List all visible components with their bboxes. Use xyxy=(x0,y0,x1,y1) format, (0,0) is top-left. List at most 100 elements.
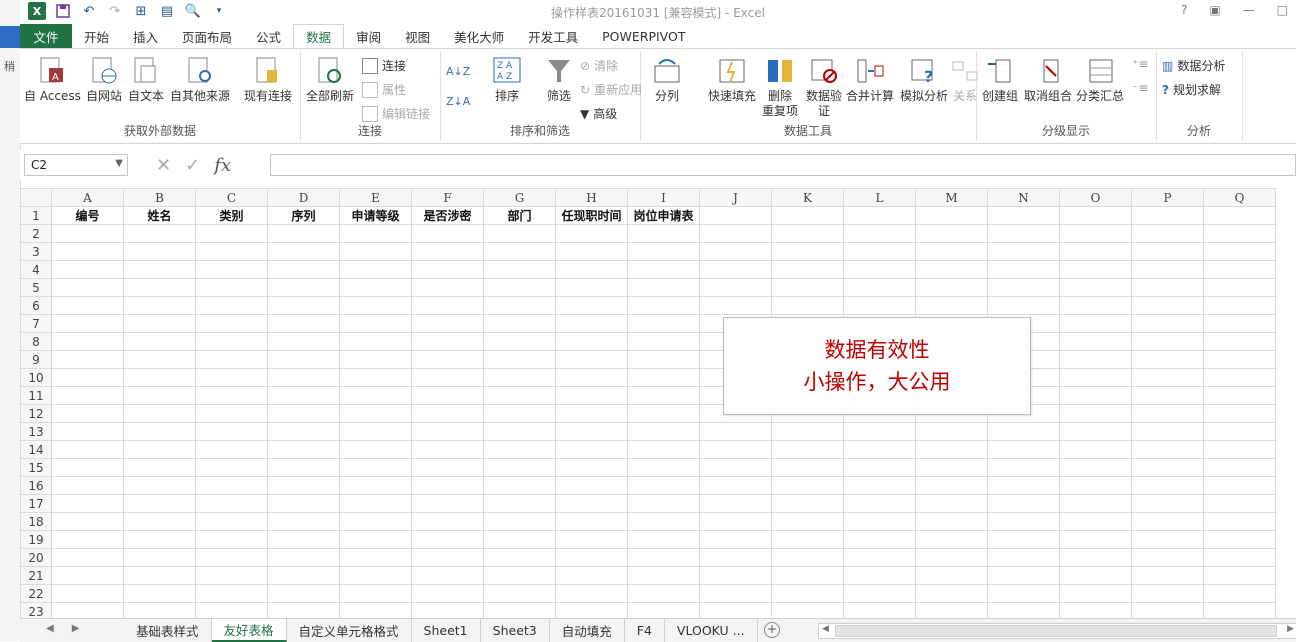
column-header[interactable]: A xyxy=(51,188,124,207)
cell[interactable] xyxy=(555,548,628,567)
cell[interactable] xyxy=(51,422,124,441)
cell[interactable] xyxy=(1203,296,1276,315)
cell[interactable] xyxy=(771,296,844,315)
cell[interactable] xyxy=(267,512,340,531)
cell[interactable] xyxy=(915,530,988,549)
cell[interactable] xyxy=(555,602,628,618)
flash-fill-button[interactable]: 快速填充 xyxy=(708,55,756,104)
tab-developer[interactable]: 开发工具 xyxy=(516,24,590,48)
cell[interactable] xyxy=(123,602,196,618)
cell[interactable] xyxy=(555,224,628,243)
cell[interactable] xyxy=(555,260,628,279)
column-header[interactable]: D xyxy=(267,188,340,207)
cell[interactable] xyxy=(1203,242,1276,261)
cell[interactable] xyxy=(483,260,556,279)
cell[interactable] xyxy=(627,512,700,531)
name-box[interactable]: C2 ▼ xyxy=(24,154,128,176)
cell[interactable] xyxy=(267,548,340,567)
cell[interactable] xyxy=(915,440,988,459)
row-header[interactable]: 9 xyxy=(20,350,52,369)
tab-formulas[interactable]: 公式 xyxy=(244,24,293,48)
cell[interactable] xyxy=(1131,224,1204,243)
cell[interactable] xyxy=(267,242,340,261)
cell[interactable] xyxy=(195,368,268,387)
cell[interactable] xyxy=(555,350,628,369)
cell[interactable] xyxy=(771,278,844,297)
cell[interactable] xyxy=(123,584,196,603)
cell[interactable] xyxy=(1059,512,1132,531)
cell[interactable] xyxy=(51,512,124,531)
ungroup-button[interactable]: 取消组合 xyxy=(1024,55,1072,104)
cell[interactable] xyxy=(267,386,340,405)
cell[interactable] xyxy=(483,314,556,333)
show-detail-icon[interactable]: ⁺≡ xyxy=(1132,57,1148,71)
from-other-sources-button[interactable]: 自其他来源 xyxy=(170,55,230,104)
cell[interactable] xyxy=(915,458,988,477)
cell[interactable] xyxy=(1203,476,1276,495)
cell[interactable] xyxy=(843,494,916,513)
maximize-button[interactable]: □ xyxy=(1277,3,1288,17)
row-header[interactable]: 16 xyxy=(20,476,52,495)
cell[interactable] xyxy=(1059,476,1132,495)
cell[interactable] xyxy=(339,386,412,405)
cell[interactable] xyxy=(1203,494,1276,513)
cell[interactable] xyxy=(267,440,340,459)
cell[interactable] xyxy=(771,206,844,225)
horizontal-scrollbar[interactable]: ◀ ▶ xyxy=(818,623,1296,639)
sheet-tab[interactable]: 基础表样式 xyxy=(124,619,212,642)
cell[interactable] xyxy=(915,224,988,243)
cell[interactable] xyxy=(1131,350,1204,369)
cell[interactable] xyxy=(699,584,772,603)
cell[interactable] xyxy=(1203,386,1276,405)
what-if-analysis-button[interactable]: ? 模拟分析 xyxy=(900,55,948,104)
cell[interactable] xyxy=(123,566,196,585)
cell[interactable] xyxy=(267,224,340,243)
cell[interactable] xyxy=(915,296,988,315)
cell[interactable] xyxy=(411,602,484,618)
cell[interactable] xyxy=(123,494,196,513)
row-header[interactable]: 6 xyxy=(20,296,52,315)
cell[interactable] xyxy=(699,458,772,477)
cell[interactable] xyxy=(483,602,556,618)
cell[interactable] xyxy=(51,368,124,387)
cell[interactable] xyxy=(1059,278,1132,297)
cell[interactable] xyxy=(1059,548,1132,567)
cell[interactable] xyxy=(1131,296,1204,315)
cell[interactable] xyxy=(483,512,556,531)
column-header[interactable]: J xyxy=(699,188,772,207)
cell[interactable] xyxy=(483,422,556,441)
sort-button[interactable]: Z AA Z 排序 xyxy=(492,55,522,104)
cell[interactable] xyxy=(267,314,340,333)
from-web-button[interactable]: 自网站 xyxy=(86,55,122,104)
cell[interactable] xyxy=(411,548,484,567)
column-header[interactable]: N xyxy=(987,188,1060,207)
cell[interactable] xyxy=(51,296,124,315)
name-box-dropdown-icon[interactable]: ▼ xyxy=(115,158,123,169)
cell[interactable] xyxy=(627,404,700,423)
cell[interactable] xyxy=(1059,350,1132,369)
cell[interactable] xyxy=(555,494,628,513)
cell[interactable] xyxy=(843,512,916,531)
cell[interactable] xyxy=(411,476,484,495)
cell[interactable] xyxy=(987,296,1060,315)
cell[interactable] xyxy=(1203,584,1276,603)
cell[interactable] xyxy=(1059,422,1132,441)
cell[interactable] xyxy=(339,368,412,387)
cell[interactable] xyxy=(1203,224,1276,243)
cell[interactable] xyxy=(123,530,196,549)
cell[interactable] xyxy=(843,476,916,495)
row-header[interactable]: 2 xyxy=(20,224,52,243)
cell[interactable] xyxy=(123,242,196,261)
cell[interactable] xyxy=(1203,548,1276,567)
cell[interactable] xyxy=(843,224,916,243)
insert-function-icon[interactable]: fx xyxy=(214,155,231,176)
cell[interactable] xyxy=(339,242,412,261)
cell[interactable] xyxy=(699,206,772,225)
header-cell[interactable]: 是否涉密 xyxy=(411,206,484,225)
cell[interactable] xyxy=(627,548,700,567)
row-header[interactable]: 12 xyxy=(20,404,52,423)
cell[interactable] xyxy=(483,548,556,567)
cell[interactable] xyxy=(267,566,340,585)
column-header[interactable]: P xyxy=(1131,188,1204,207)
cell[interactable] xyxy=(483,458,556,477)
